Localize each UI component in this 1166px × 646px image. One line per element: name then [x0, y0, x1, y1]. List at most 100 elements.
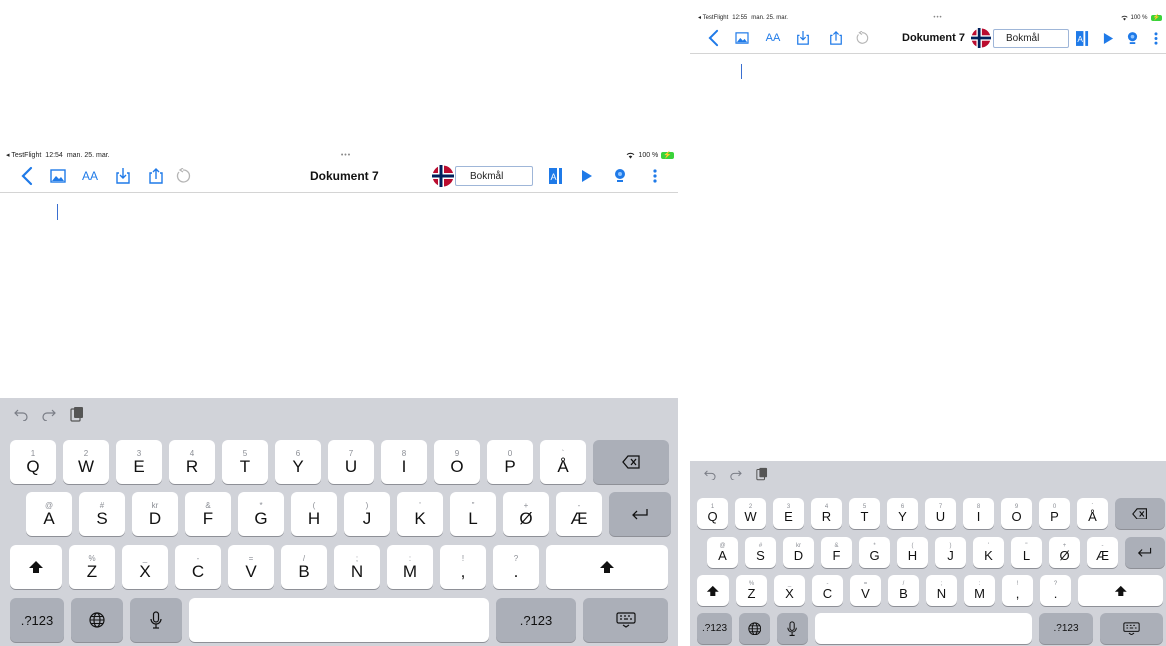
- shift-key-left[interactable]: [10, 545, 62, 589]
- key-3[interactable]: = V: [850, 575, 881, 606]
- status-dots[interactable]: •••: [341, 152, 351, 159]
- key-8[interactable]: ?.: [1040, 575, 1071, 606]
- key-j[interactable]: ) J: [935, 537, 966, 568]
- key-s[interactable]: # S: [79, 492, 125, 536]
- read-icon[interactable]: A: [1076, 30, 1089, 46]
- status-app[interactable]: ◂ TestFlight: [6, 151, 41, 159]
- key-d[interactable]: kr D: [132, 492, 178, 536]
- back-chevron-icon[interactable]: [18, 164, 36, 188]
- undo-icon[interactable]: [855, 31, 869, 45]
- key-æ[interactable]: -Æ: [1087, 537, 1118, 568]
- share-icon[interactable]: [829, 30, 843, 46]
- undo-icon[interactable]: [175, 168, 191, 184]
- microphone-key[interactable]: [777, 613, 808, 644]
- flag-norway-icon[interactable]: [971, 28, 991, 48]
- back-chevron-icon[interactable]: [706, 29, 720, 47]
- key-r[interactable]: 4R: [169, 440, 215, 484]
- text-size-icon[interactable]: AA: [764, 32, 782, 44]
- delete-key[interactable]: [1115, 498, 1165, 529]
- key-å[interactable]: ` Å: [540, 440, 586, 484]
- key-t[interactable]: 5T: [849, 498, 880, 529]
- key-o[interactable]: 9O: [1001, 498, 1032, 529]
- play-icon[interactable]: [1102, 32, 1114, 44]
- key-s[interactable]: # S: [745, 537, 776, 568]
- key-2[interactable]: -C: [812, 575, 843, 606]
- key-4[interactable]: / B: [888, 575, 919, 606]
- shift-key-right[interactable]: [546, 545, 668, 589]
- numbers-key-right[interactable]: .?123: [496, 598, 576, 642]
- key-7[interactable]: !,: [440, 545, 486, 589]
- key-q[interactable]: 1Q: [10, 440, 56, 484]
- import-icon[interactable]: [115, 167, 131, 185]
- key-1[interactable]: _ X: [122, 545, 168, 589]
- key-f[interactable]: & F: [185, 492, 231, 536]
- status-dots[interactable]: •••: [933, 15, 942, 21]
- key-h[interactable]: (H: [897, 537, 928, 568]
- key-i[interactable]: 8I: [381, 440, 427, 484]
- import-icon[interactable]: [796, 30, 810, 46]
- space-key[interactable]: [189, 598, 489, 642]
- key-ø[interactable]: + Ø: [1049, 537, 1080, 568]
- return-key[interactable]: [609, 492, 671, 536]
- key-g[interactable]: * G: [238, 492, 284, 536]
- key-h[interactable]: (H: [291, 492, 337, 536]
- key-0[interactable]: % Z: [736, 575, 767, 606]
- return-key[interactable]: [1125, 537, 1165, 568]
- key-d[interactable]: kr D: [783, 537, 814, 568]
- key-j[interactable]: ) J: [344, 492, 390, 536]
- hide-keyboard-key[interactable]: [583, 598, 668, 642]
- image-icon[interactable]: [735, 32, 749, 44]
- flag-norway-icon[interactable]: [432, 165, 454, 187]
- key-1[interactable]: _ X: [774, 575, 805, 606]
- key-8[interactable]: ?.: [493, 545, 539, 589]
- key-6[interactable]: :M: [387, 545, 433, 589]
- key-y[interactable]: 6Y: [887, 498, 918, 529]
- numbers-key-left[interactable]: .?123: [697, 613, 732, 644]
- read-icon[interactable]: A: [549, 168, 563, 184]
- numbers-key-left[interactable]: .?123: [10, 598, 64, 642]
- key-6[interactable]: :M: [964, 575, 995, 606]
- numbers-key-right[interactable]: .?123: [1039, 613, 1093, 644]
- key-i[interactable]: 8I: [963, 498, 994, 529]
- space-key[interactable]: [815, 613, 1032, 644]
- key-p[interactable]: 0P: [487, 440, 533, 484]
- more-icon[interactable]: [650, 169, 660, 183]
- key-l[interactable]: " L: [450, 492, 496, 536]
- paste-icon[interactable]: [756, 467, 768, 486]
- speaker-icon[interactable]: [1126, 31, 1138, 46]
- key-y[interactable]: 6Y: [275, 440, 321, 484]
- key-k[interactable]: ' K: [973, 537, 1004, 568]
- play-icon[interactable]: [580, 170, 594, 182]
- key-7[interactable]: !,: [1002, 575, 1033, 606]
- key-k[interactable]: ' K: [397, 492, 443, 536]
- more-icon[interactable]: [1152, 31, 1160, 45]
- key-r[interactable]: 4R: [811, 498, 842, 529]
- globe-key[interactable]: [739, 613, 770, 644]
- key-q[interactable]: 1Q: [697, 498, 728, 529]
- key-a[interactable]: @ A: [707, 537, 738, 568]
- key-e[interactable]: 3E: [116, 440, 162, 484]
- key-t[interactable]: 5T: [222, 440, 268, 484]
- speaker-icon[interactable]: [613, 168, 627, 184]
- key-2[interactable]: -C: [175, 545, 221, 589]
- share-icon[interactable]: [148, 167, 164, 185]
- key-g[interactable]: * G: [859, 537, 890, 568]
- language-selector[interactable]: Bokmål: [993, 28, 1069, 48]
- redo-arrow-icon[interactable]: [730, 467, 742, 485]
- redo-arrow-icon[interactable]: [42, 408, 56, 426]
- globe-key[interactable]: [71, 598, 123, 642]
- key-5[interactable]: ; N: [926, 575, 957, 606]
- hide-keyboard-key[interactable]: [1100, 613, 1163, 644]
- key-5[interactable]: ; N: [334, 545, 380, 589]
- shift-key-left[interactable]: [697, 575, 729, 606]
- key-æ[interactable]: -Æ: [556, 492, 602, 536]
- key-w[interactable]: 2W: [735, 498, 766, 529]
- delete-key[interactable]: [593, 440, 669, 484]
- key-o[interactable]: 9O: [434, 440, 480, 484]
- key-w[interactable]: 2W: [63, 440, 109, 484]
- paste-icon[interactable]: [70, 406, 84, 427]
- key-a[interactable]: @ A: [26, 492, 72, 536]
- key-å[interactable]: ` Å: [1077, 498, 1108, 529]
- key-3[interactable]: = V: [228, 545, 274, 589]
- undo-arrow-icon[interactable]: [14, 408, 28, 426]
